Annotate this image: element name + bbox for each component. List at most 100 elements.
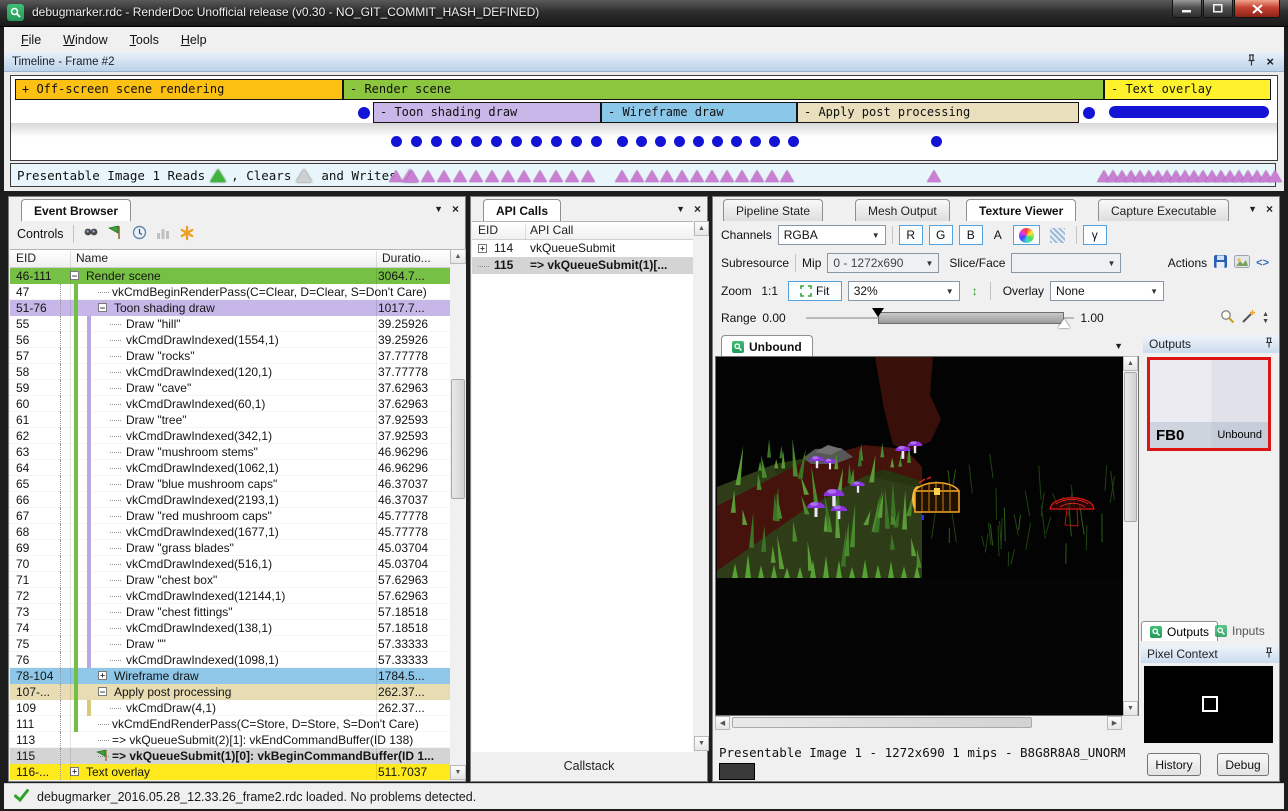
usage-write-triangle[interactable]: [581, 170, 595, 182]
mip-select[interactable]: 0 - 1272x690▼: [827, 253, 939, 273]
draw-event-dot[interactable]: [358, 107, 370, 119]
draw-event-dot[interactable]: [693, 136, 704, 147]
collapse-icon[interactable]: –: [98, 687, 107, 696]
tab-texture-viewer[interactable]: Texture Viewer: [966, 199, 1076, 221]
event-row[interactable]: 60vkCmdDrawIndexed(60,1)37.62963: [10, 396, 450, 412]
draw-event-dot[interactable]: [571, 136, 582, 147]
event-row[interactable]: 66vkCmdDrawIndexed(2193,1)46.37037: [10, 492, 450, 508]
api-call-row[interactable]: +114vkQueueSubmit: [472, 240, 693, 257]
usage-write-triangle[interactable]: [517, 170, 531, 182]
panel-menu-icon[interactable]: ▼: [1248, 204, 1257, 214]
event-row[interactable]: 76vkCmdDrawIndexed(1098,1)57.33333: [10, 652, 450, 668]
event-row[interactable]: 113=> vkQueueSubmit(2)[1]: vkEndCommandB…: [10, 732, 450, 748]
menu-item-window[interactable]: Window: [54, 30, 116, 50]
usage-write-triangle[interactable]: [549, 170, 563, 182]
event-row[interactable]: 51-76–Toon shading draw1017.7...: [10, 300, 450, 316]
usage-write-triangle[interactable]: [421, 170, 435, 182]
event-row[interactable]: 64vkCmdDrawIndexed(1062,1)46.96296: [10, 460, 450, 476]
event-row[interactable]: 56vkCmdDrawIndexed(1554,1)39.25926: [10, 332, 450, 348]
usage-write-triangle[interactable]: [735, 170, 749, 182]
range-zoom-icon[interactable]: [1220, 309, 1235, 327]
menu-item-help[interactable]: Help: [172, 30, 216, 50]
usage-write-triangle[interactable]: [927, 170, 941, 182]
pixel-context-header[interactable]: Pixel Context: [1141, 645, 1279, 663]
tab-capture-executable[interactable]: Capture Executable: [1098, 199, 1229, 221]
tab-unbound-texture[interactable]: Unbound: [721, 335, 813, 357]
pixel-context-view[interactable]: [1144, 666, 1273, 743]
menu-item-tools[interactable]: Tools: [121, 30, 168, 50]
collapse-icon[interactable]: –: [70, 271, 79, 280]
tab-mesh-output[interactable]: Mesh Output: [855, 199, 950, 221]
timeline-usage-row[interactable]: Presentable Image 1 Reads , Clears and W…: [10, 163, 1276, 187]
gamma-button[interactable]: γ: [1083, 225, 1107, 245]
draw-event-dot[interactable]: [511, 136, 522, 147]
event-row[interactable]: 61Draw "tree"37.92593: [10, 412, 450, 428]
outputs-header[interactable]: Outputs: [1143, 335, 1279, 353]
checkerboard-button[interactable]: [1046, 225, 1070, 245]
pin-icon[interactable]: [1247, 54, 1256, 69]
usage-write-triangle[interactable]: [533, 170, 547, 182]
timeline-bar[interactable]: - Text overlay: [1104, 79, 1271, 100]
panel-close-icon[interactable]: ×: [694, 202, 701, 216]
show-times-clock-icon[interactable]: [132, 225, 147, 243]
scrollbar-thumb[interactable]: [451, 379, 465, 499]
usage-write-triangle[interactable]: [630, 170, 644, 182]
event-row[interactable]: 115=> vkQueueSubmit(1)[0]: vkBeginComman…: [10, 748, 450, 764]
usage-write-triangle[interactable]: [405, 170, 419, 182]
draw-event-dot[interactable]: [391, 136, 402, 147]
usage-write-triangle[interactable]: [453, 170, 467, 182]
timeline-canvas[interactable]: + Off-screen scene rendering- Render sce…: [10, 75, 1278, 161]
channel-b-button[interactable]: B: [959, 225, 983, 245]
draw-event-dot[interactable]: [1083, 107, 1095, 119]
event-row[interactable]: 57Draw "rocks"37.77778: [10, 348, 450, 364]
draw-event-dot[interactable]: [471, 136, 482, 147]
timeline-bar[interactable]: + Off-screen scene rendering: [15, 79, 343, 100]
event-row[interactable]: 74vkCmdDrawIndexed(138,1)57.18518: [10, 620, 450, 636]
usage-write-triangle[interactable]: [565, 170, 579, 182]
channel-r-button[interactable]: R: [899, 225, 923, 245]
draw-event-dot[interactable]: [674, 136, 685, 147]
event-row[interactable]: 59Draw "cave"37.62963: [10, 380, 450, 396]
usage-write-triangle[interactable]: [750, 170, 764, 182]
draw-event-dot[interactable]: [551, 136, 562, 147]
draw-event-dot[interactable]: [731, 136, 742, 147]
draw-event-dot[interactable]: [491, 136, 502, 147]
event-browser-scrollbar[interactable]: ▲ ▼: [450, 249, 466, 780]
panel-close-icon[interactable]: ×: [1266, 202, 1273, 216]
range-options-spinner[interactable]: ▲▼: [1262, 311, 1269, 325]
range-max-value[interactable]: 1.00: [1080, 311, 1103, 325]
timeline-bar[interactable]: - Wireframe draw: [601, 102, 797, 123]
range-min-value[interactable]: 0.00: [762, 311, 800, 325]
usage-write-triangle[interactable]: [1268, 170, 1282, 182]
api-call-row[interactable]: 115=> vkQueueSubmit(1)[...: [472, 257, 693, 274]
event-row[interactable]: 111vkCmdEndRenderPass(C=Store, D=Store, …: [10, 716, 450, 732]
expand-icon[interactable]: +: [98, 671, 107, 680]
event-row[interactable]: 109vkCmdDraw(4,1)262.37...: [10, 700, 450, 716]
flip-y-button[interactable]: ↕: [966, 281, 984, 301]
usage-write-triangle[interactable]: [705, 170, 719, 182]
tab-api-calls[interactable]: API Calls: [483, 199, 561, 221]
timeline-close-icon[interactable]: ×: [1266, 54, 1274, 69]
slice-face-select[interactable]: ▼: [1011, 253, 1121, 273]
export-image-icon[interactable]: [1234, 255, 1250, 271]
channels-select[interactable]: RGBA▼: [778, 225, 886, 245]
event-row[interactable]: 58vkCmdDrawIndexed(120,1)37.77778: [10, 364, 450, 380]
timeline-header[interactable]: Timeline - Frame #2 ×: [4, 52, 1284, 72]
draw-event-dot[interactable]: [591, 136, 602, 147]
debug-button[interactable]: Debug: [1217, 753, 1269, 776]
color-wheel-button[interactable]: [1013, 225, 1040, 245]
find-icon[interactable]: [83, 226, 99, 243]
timeline-bar[interactable]: - Apply post processing: [797, 102, 1079, 123]
zoom-level-select[interactable]: 32%▼: [848, 281, 960, 301]
draw-event-dot[interactable]: [655, 136, 666, 147]
usage-write-triangle[interactable]: [615, 170, 629, 182]
event-row[interactable]: 69Draw "grass blades"45.03704: [10, 540, 450, 556]
timeline-bar[interactable]: - Toon shading draw: [373, 102, 601, 123]
channel-g-button[interactable]: G: [929, 225, 953, 245]
api-calls-scrollbar[interactable]: ▲ ▼: [694, 221, 709, 751]
usage-write-triangle[interactable]: [501, 170, 515, 182]
collapse-icon[interactable]: –: [98, 303, 107, 312]
event-row[interactable]: 46-111–Render scene3064.7...: [10, 268, 450, 284]
event-row[interactable]: 116-...+Text overlay511.7037: [10, 764, 450, 780]
event-row[interactable]: 68vkCmdDrawIndexed(1677,1)45.77778: [10, 524, 450, 540]
